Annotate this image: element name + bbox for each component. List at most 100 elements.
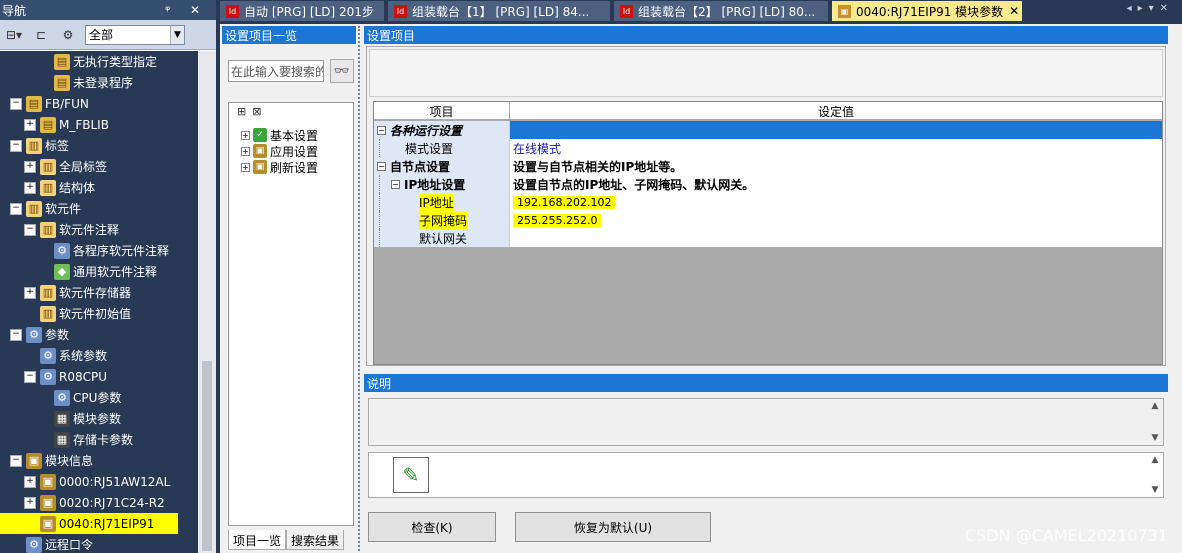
collapse-toggle-icon[interactable]: −: [391, 179, 400, 189]
expand-toggle-icon[interactable]: +: [24, 118, 36, 131]
tab-assembly-1[interactable]: ld 组装载台【1】 [PRG] [LD] 84...: [388, 1, 610, 21]
nav-tree-label: 参数: [45, 328, 70, 342]
nav-tree-label: 软元件: [45, 202, 82, 216]
nav-tree-item[interactable]: ◆ 通用软元件注释: [0, 261, 198, 282]
expand-toggle-icon[interactable]: −: [10, 202, 22, 215]
settings-value-cell[interactable]: 在线模式: [510, 139, 1162, 157]
expand-toggle-icon[interactable]: +: [24, 160, 36, 173]
settings-value-cell[interactable]: 255.255.252.0: [510, 211, 1162, 229]
module-parameter-editor: 设置项目一览 在此输入要搜索的 👓 ⊞⊠ + ✓ 基本设置 + ▣ 应用设置 + ▣ 刷新设…: [220, 24, 1182, 553]
settings-value: 192.168.202.102: [513, 195, 616, 209]
comment-scrollbar[interactable]: ▲ ▼: [1147, 453, 1163, 497]
nav-tree-item[interactable]: ⚙ 各程序软元件注释: [0, 240, 198, 261]
expand-toggle-icon[interactable]: −: [10, 328, 22, 341]
expand-icon[interactable]: +: [241, 130, 250, 140]
expand-toggle-icon[interactable]: −: [10, 454, 22, 467]
settings-value-cell[interactable]: [510, 121, 1162, 139]
settings-item-basic[interactable]: + ✓ 基本设置: [241, 127, 318, 143]
nav-scrollbar[interactable]: [198, 51, 216, 553]
nav-tree-item[interactable]: + ▤ M_FBLIB: [0, 114, 198, 135]
nav-tree-item[interactable]: − ▣ 模块信息: [0, 450, 198, 471]
settings-item-label: 各种运行设置: [390, 123, 463, 138]
settings-value-cell[interactable]: 设置与自节点相关的IP地址等。: [510, 157, 1162, 175]
expand-icon[interactable]: +: [241, 146, 250, 156]
nav-tree-item[interactable]: + ▣ 0000:RJ51AW12AL: [0, 471, 198, 492]
settings-title: 设置项目: [364, 26, 1168, 44]
explanation-scrollbar[interactable]: ▲ ▼: [1147, 399, 1163, 445]
tab-assembly-2[interactable]: ld 组装载台【2】 [PRG] [LD] 80...: [614, 1, 828, 21]
gear-icon[interactable]: ⚙: [56, 24, 80, 46]
nav-tree-item[interactable]: ▦ 模块参数: [0, 408, 198, 429]
settings-row[interactable]: 子网掩码 255.255.252.0: [374, 211, 1162, 229]
binoculars-icon[interactable]: 👓: [330, 59, 354, 83]
settings-item-application[interactable]: + ▣ 应用设置: [241, 143, 318, 159]
edit-pencil-icon: ✎: [393, 457, 429, 493]
settings-value-cell[interactable]: 192.168.202.102: [510, 193, 1162, 211]
nav-tree-label: 结构体: [59, 181, 96, 195]
chevron-down-icon[interactable]: ▼: [170, 25, 184, 44]
tree-tool-icons[interactable]: ⊞⊠: [237, 105, 267, 118]
nav-tree-item[interactable]: ▥ 软元件初始值: [0, 303, 198, 324]
tab-module-params[interactable]: ▣ 0040:RJ71EIP91 模块参数 ✕: [832, 1, 1022, 21]
expand-tree-icon[interactable]: ⊟▾: [2, 24, 26, 46]
nav-tree-item[interactable]: − ▤ FB/FUN: [0, 93, 198, 114]
close-icon[interactable]: ✕: [1009, 4, 1019, 18]
nav-tree-item[interactable]: ▤ 未登录程序: [0, 72, 198, 93]
tab-auto[interactable]: ld 自动 [PRG] [LD] 201步: [220, 1, 384, 21]
tab-scroll-controls[interactable]: ◂▸▾✕: [1127, 3, 1174, 14]
settings-item-cell: 默认网关: [374, 229, 510, 247]
settings-value-cell[interactable]: [510, 229, 1162, 247]
restore-default-button[interactable]: 恢复为默认(U): [515, 512, 711, 542]
nav-tree-item[interactable]: + ▣ 0020:RJ71C24-R2: [0, 492, 198, 513]
expand-toggle-icon[interactable]: −: [10, 97, 22, 110]
nav-tree-label: 远程口令: [45, 538, 94, 552]
collapse-toggle-icon[interactable]: −: [377, 125, 386, 135]
expand-toggle-icon[interactable]: −: [24, 370, 36, 383]
pane-splitter[interactable]: [358, 26, 362, 551]
nav-tree-item[interactable]: + ▥ 全局标签: [0, 156, 198, 177]
nav-tree-item[interactable]: ▦ 存储卡参数: [0, 429, 198, 450]
settings-item-label: 模式设置: [405, 141, 454, 156]
expand-toggle-icon[interactable]: +: [24, 475, 36, 488]
nav-tree-item[interactable]: ⚙ CPU参数: [0, 387, 198, 408]
settings-row[interactable]: − 自节点设置 设置与自节点相关的IP地址等。: [374, 157, 1162, 175]
settings-item-refresh[interactable]: + ▣ 刷新设置: [241, 159, 318, 175]
nav-tree-item[interactable]: − ⚙ 参数: [0, 324, 198, 345]
expand-toggle-icon[interactable]: +: [24, 181, 36, 194]
settings-value-cell[interactable]: 设置自节点的IP地址、子网掩码、默认网关。: [510, 175, 1162, 193]
nav-filter-select[interactable]: 全部 ▼: [85, 24, 185, 45]
settings-row[interactable]: 模式设置 在线模式: [374, 139, 1162, 157]
collapse-tree-icon[interactable]: ⊏: [29, 24, 53, 46]
nav-tree-item[interactable]: − ▥ 软元件: [0, 198, 198, 219]
expand-toggle-icon[interactable]: −: [24, 223, 36, 236]
scroll-thumb[interactable]: [202, 361, 212, 551]
settings-row[interactable]: IP地址 192.168.202.102: [374, 193, 1162, 211]
expand-toggle-icon[interactable]: −: [10, 139, 22, 152]
nav-tree-item[interactable]: ▣ 0040:RJ71EIP91: [0, 513, 178, 534]
tree-guide-line: [379, 193, 380, 211]
nav-tree-label: 0040:RJ71EIP91: [59, 516, 155, 531]
settings-row[interactable]: 默认网关: [374, 229, 1162, 247]
nav-tree-item[interactable]: + ▥ 结构体: [0, 177, 198, 198]
nav-tree-item[interactable]: − ▥ 标签: [0, 135, 198, 156]
check-button[interactable]: 检查(K): [368, 512, 496, 542]
pin-close-icons[interactable]: ᵠ ✕: [165, 3, 208, 17]
expand-toggle-icon[interactable]: +: [24, 286, 36, 299]
nav-tree-item[interactable]: ⚙ 系统参数: [0, 345, 198, 366]
nav-tree-item[interactable]: ▤ 无执行类型指定: [0, 51, 198, 72]
expand-icon[interactable]: +: [241, 162, 250, 172]
tab-item-list[interactable]: 项目一览: [228, 530, 287, 550]
settings-item-cell: − 自节点设置: [374, 157, 510, 175]
nav-tree-item[interactable]: − ▥ 软元件注释: [0, 219, 198, 240]
collapse-toggle-icon[interactable]: −: [377, 161, 386, 171]
settings-row[interactable]: − 各种运行设置: [374, 121, 1162, 139]
nav-tree-item[interactable]: ⚙ 远程口令: [0, 534, 198, 553]
search-input[interactable]: 在此输入要搜索的: [228, 60, 324, 82]
settings-row[interactable]: − IP地址设置 设置自节点的IP地址、子网掩码、默认网关。: [374, 175, 1162, 193]
tab-search-results[interactable]: 搜索结果: [286, 530, 345, 550]
expand-toggle-icon[interactable]: +: [24, 496, 36, 509]
nav-tree-item[interactable]: − ⚙ R08CPU: [0, 366, 198, 387]
comment-area[interactable]: ✎ ▲ ▼: [368, 452, 1164, 498]
param-icon: ⚙: [26, 326, 42, 343]
nav-tree-item[interactable]: + ▥ 软元件存储器: [0, 282, 198, 303]
